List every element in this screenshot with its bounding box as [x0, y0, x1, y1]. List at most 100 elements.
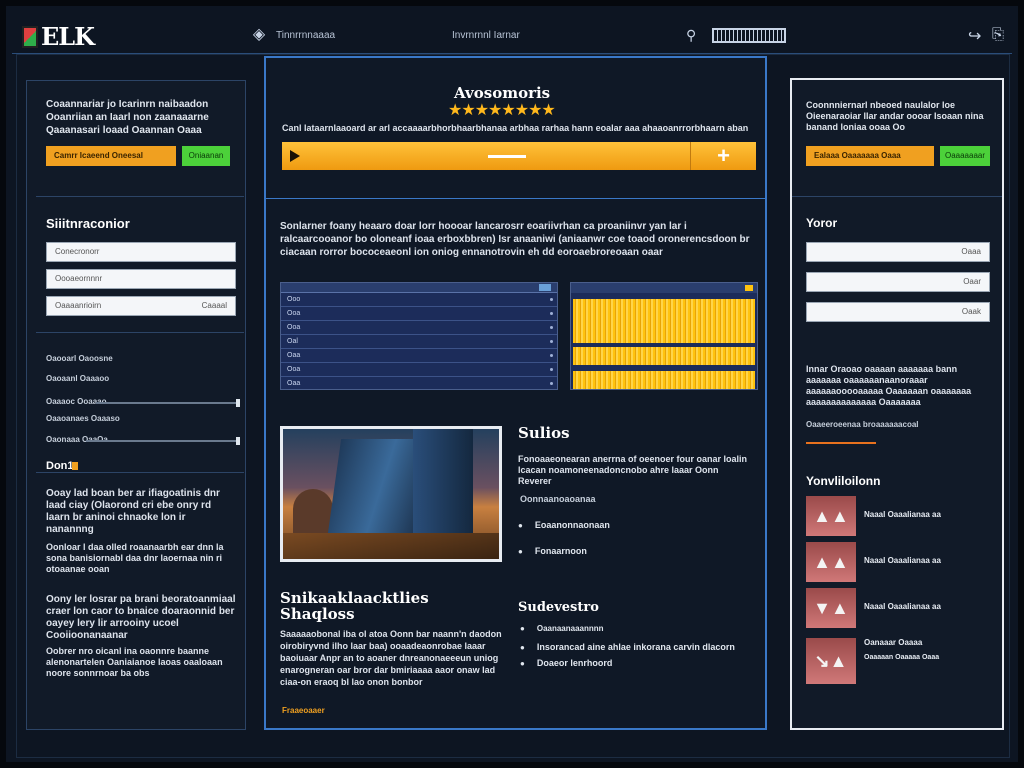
arrow-icon[interactable]: ↪ [968, 26, 981, 46]
table-header [281, 283, 557, 293]
right-divider-1 [792, 196, 1002, 197]
table-row[interactable]: Ooo [281, 293, 557, 307]
left-para-4: Oobrer nro oicanl ina oaonnre baanne ale… [46, 646, 223, 678]
studios-bullet-2[interactable]: Fonaarnoon [518, 546, 587, 556]
guide-bullet-2[interactable]: Insorancad aine ahlae inkorana carvin dl… [520, 642, 735, 652]
left-primary-button[interactable]: Camrr Icaeend Oneesal [46, 146, 176, 166]
nav-item-2[interactable]: Invrnrnnl Iarnar [452, 30, 520, 41]
logo-text: ELK [41, 22, 95, 51]
app-window: ELK ◈ Tinnrrnnaaaa Invrnrnnl Iarnar ⚲ ↪ … [0, 0, 1024, 768]
slider-knob[interactable] [236, 437, 240, 445]
building-photo[interactable] [280, 426, 502, 562]
studios-title: Sulios [518, 424, 570, 442]
table-row[interactable]: Ooa [281, 307, 557, 321]
left-input-1-text: Conecronorr [55, 247, 100, 256]
right-secondary-button[interactable]: Oaaaaaaar [940, 146, 990, 166]
media-bar[interactable]: + [282, 142, 756, 170]
thumb-1[interactable]: ▲▲ [806, 496, 856, 536]
diamond-nav-icon[interactable]: ◈ [250, 26, 268, 44]
right-input-2-text: Oaar [963, 277, 981, 286]
top-search-input[interactable] [712, 28, 786, 43]
mountain-icon: ▲▲ [813, 552, 849, 572]
table-row[interactable]: Oal [281, 335, 557, 349]
row-dot-icon [550, 368, 553, 371]
left-intro-text: Coaannariar jo Icarinrn naibaadon Ooanri… [46, 99, 209, 136]
exit-icon[interactable]: ⎘ [992, 26, 1004, 43]
bars-header [571, 283, 757, 293]
play-icon[interactable] [290, 150, 300, 162]
logo-mark [22, 25, 38, 48]
left-para-3: Oony ler losrar pa brani beoratoanmiaal … [46, 594, 236, 641]
thumb-label-4[interactable]: Oanaaar Oaaaa [864, 638, 922, 647]
thumb-sub-4: Oaaaaan Oaaaaa Oaaa [864, 654, 940, 661]
logo[interactable]: ELK [22, 22, 95, 51]
left-item-4[interactable]: Oaaoanaes Oaaaso [46, 414, 120, 423]
search-icon[interactable]: ⚲ [686, 27, 696, 44]
table-row-label: Oaa [287, 380, 301, 387]
progress-indicator [488, 155, 526, 158]
center-subtitle: Canl lataarnlaaoard ar arl accaaaarbhorb… [282, 123, 749, 133]
data-table: Ooo Ooa Ooa Oal Oaa Ooa Oaa [280, 282, 558, 390]
right-input-2[interactable]: Oaar [806, 272, 990, 292]
row-dot-icon [550, 326, 553, 329]
thumb-label-2[interactable]: Naaal Oaaalianaa aa [864, 556, 941, 565]
left-section-title: Siiitnraconior [46, 216, 130, 231]
yellow-bar-1 [573, 299, 755, 343]
studios-para: Fonoaaeonearan anerrna of oeenoer four o… [518, 454, 748, 486]
left-item-1[interactable]: Oaooarl Oaoosne [46, 354, 113, 363]
bottom-link[interactable]: Fraaeoaaer [282, 706, 325, 715]
left-input-3[interactable]: Oaaaanrioirn Caaaal [46, 296, 236, 316]
left-label-bold: Don1 [46, 460, 74, 472]
right-link[interactable]: Oaaeeroeenaa broaaaaaacoal [806, 420, 919, 429]
chart-icon: ↘▲ [814, 651, 848, 671]
add-icon[interactable]: + [690, 142, 756, 170]
thumb-label-1[interactable]: Naaal Oaaalianaa aa [864, 510, 941, 519]
thumb-2[interactable]: ▲▲ [806, 542, 856, 582]
mountain-icon: ▲▲ [813, 506, 849, 526]
right-input-3-text: Oaak [961, 307, 981, 316]
top-bar: ELK ◈ Tinnrrnnaaaa Invrnrnnl Iarnar ⚲ ↪ … [12, 20, 1012, 54]
center-divider [266, 198, 765, 199]
left-item-2[interactable]: Oaoaanl Oaaaoo [46, 374, 109, 383]
right-link-underline [806, 442, 876, 444]
right-section-title: Yoror [806, 216, 838, 230]
bars-panel [570, 282, 758, 390]
right-input-3[interactable]: Oaak [806, 302, 990, 322]
label-accent [72, 462, 78, 470]
right-primary-button[interactable]: Ealaaa Oaaaaaaa Oaaa [806, 146, 934, 166]
left-input-1[interactable]: Conecronorr [46, 242, 236, 262]
left-slider-1[interactable] [96, 399, 240, 407]
bars-header-tag [745, 285, 753, 291]
right-input-1[interactable]: Oaaa [806, 242, 990, 262]
table-row[interactable]: Ooa [281, 363, 557, 377]
thumb-label-3[interactable]: Naaal Oaaalianaa aa [864, 602, 941, 611]
studios-bullet-1[interactable]: Eoaanonnaonaan [518, 520, 610, 530]
thumb-3[interactable]: ▼▲ [806, 588, 856, 628]
left-secondary-button[interactable]: Oniaanan [182, 146, 230, 166]
nav-item-1[interactable]: Tinnrrnnaaaa [276, 30, 335, 41]
table-row-label: Ooo [287, 296, 301, 303]
guide-bullet-1[interactable]: Oaanaanaaannnn [520, 624, 604, 633]
thumb-4[interactable]: ↘▲ [806, 638, 856, 684]
table-row[interactable]: Ooa [281, 321, 557, 335]
left-divider-3 [36, 472, 244, 473]
left-para-2: Oonloar l daa olled roaanaarbh ear dnn l… [46, 542, 224, 574]
yellow-bar-2 [573, 347, 755, 365]
left-divider-1 [36, 196, 244, 197]
right-intro-text: Coonnniernarl nbeoed naulalor loe Oieena… [806, 100, 984, 132]
right-list-title: Yonvliloilonn [806, 474, 881, 488]
table-row-label: Oal [287, 338, 298, 345]
left-slider-2[interactable] [86, 437, 240, 445]
side-para: Saaaaaobonal iba ol atoa Oonn bar naann'… [280, 629, 502, 687]
studios-sub: Oonnaanoaoanaa [520, 494, 596, 504]
right-para: Innar Oraoao oaaaan aaaaaaa bann aaaaaaa… [806, 364, 972, 407]
table-row-label: Ooa [287, 310, 301, 317]
table-header-tag[interactable] [539, 284, 551, 291]
yellow-bar-3 [573, 371, 755, 389]
table-row[interactable]: Oaa [281, 377, 557, 391]
star-rating: ★★★★★★★★ [448, 102, 556, 119]
guide-bullet-3[interactable]: Doaeor lenrhoord [520, 658, 613, 668]
slider-knob[interactable] [236, 399, 240, 407]
left-input-2[interactable]: Oooaeornnnr [46, 269, 236, 289]
table-row[interactable]: Oaa [281, 349, 557, 363]
